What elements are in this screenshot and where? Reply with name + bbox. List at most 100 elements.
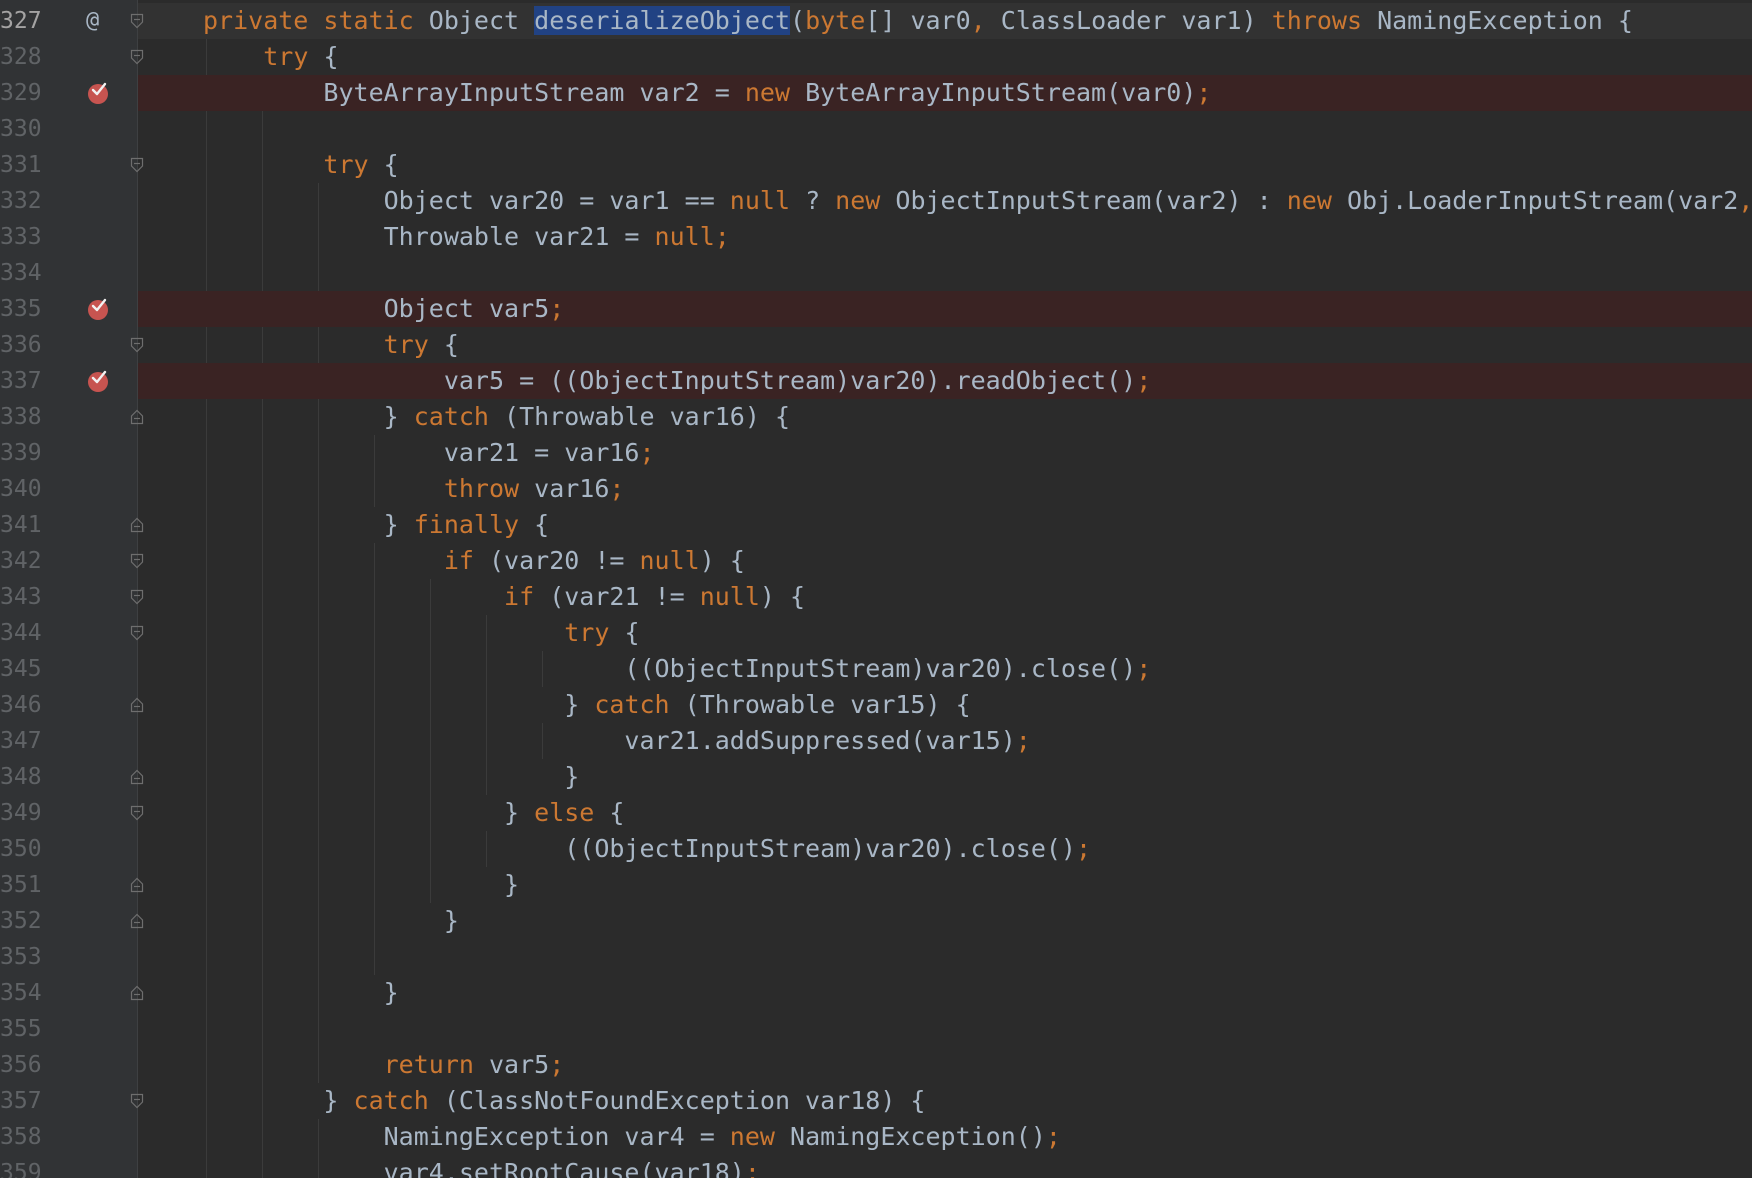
line-number[interactable]: 342 (0, 543, 44, 579)
line-number[interactable]: 347 (0, 723, 44, 759)
code-text[interactable]: NamingException var4 = new NamingExcepti… (203, 1119, 1061, 1155)
line-number[interactable]: 350 (0, 831, 44, 867)
code-text[interactable]: } (203, 903, 459, 939)
code-line[interactable]: 349 } else { (0, 795, 1752, 831)
line-number[interactable]: 328 (0, 39, 44, 75)
code-line[interactable]: 356 return var5; (0, 1047, 1752, 1083)
line-number[interactable]: 352 (0, 903, 44, 939)
fold-start-icon[interactable] (130, 12, 144, 30)
line-number[interactable]: 345 (0, 651, 44, 687)
code-text[interactable]: Object var20 = var1 == null ? new Object… (203, 183, 1752, 219)
line-number[interactable]: 344 (0, 615, 44, 651)
code-line[interactable]: 341 } finally { (0, 507, 1752, 543)
code-line[interactable]: 348 } (0, 759, 1752, 795)
line-number[interactable]: 358 (0, 1119, 44, 1155)
code-line[interactable]: 352 } (0, 903, 1752, 939)
line-number[interactable]: 334 (0, 255, 44, 291)
line-number[interactable]: 349 (0, 795, 44, 831)
code-line[interactable]: 343 if (var21 != null) { (0, 579, 1752, 615)
line-number[interactable]: 359 (0, 1155, 44, 1178)
line-number[interactable]: 331 (0, 147, 44, 183)
fold-start-icon[interactable] (130, 804, 144, 822)
breakpoint-icon[interactable] (86, 297, 110, 321)
code-line[interactable]: 340 throw var16; (0, 471, 1752, 507)
line-number[interactable]: 357 (0, 1083, 44, 1119)
code-text[interactable]: } catch (ClassNotFoundException var18) { (203, 1083, 925, 1119)
code-text[interactable]: try { (203, 147, 398, 183)
code-line[interactable]: 332 Object var20 = var1 == null ? new Ob… (0, 183, 1752, 219)
line-number[interactable]: 355 (0, 1011, 44, 1047)
code-text[interactable]: return var5; (203, 1047, 565, 1083)
breakpoint-icon[interactable] (86, 369, 110, 393)
code-text[interactable]: } (203, 759, 579, 795)
line-number[interactable]: 348 (0, 759, 44, 795)
breakpoint-icon[interactable] (86, 81, 110, 105)
line-number[interactable]: 336 (0, 327, 44, 363)
code-line[interactable]: 357 } catch (ClassNotFoundException var1… (0, 1083, 1752, 1119)
line-number[interactable]: 332 (0, 183, 44, 219)
fold-start-icon[interactable] (130, 552, 144, 570)
fold-start-icon[interactable] (130, 588, 144, 606)
line-number[interactable]: 337 (0, 363, 44, 399)
code-line[interactable]: 334 (0, 255, 1752, 291)
code-line[interactable]: 327 @ private static Object deserializeObj… (0, 3, 1752, 39)
code-line[interactable]: 350 ((ObjectInputStream)var20).close(); (0, 831, 1752, 867)
line-number[interactable]: 354 (0, 975, 44, 1011)
code-line[interactable]: 337 var5 = ((ObjectInputStream)var20).re… (0, 363, 1752, 399)
code-editor[interactable]: 327 @ private static Object deserializeObj… (0, 0, 1752, 1178)
code-text[interactable]: try { (203, 615, 639, 651)
code-line[interactable]: 358 NamingException var4 = new NamingExc… (0, 1119, 1752, 1155)
code-line[interactable]: 355 (0, 1011, 1752, 1047)
code-line[interactable]: 359 var4.setRootCause(var18); (0, 1155, 1752, 1178)
line-number[interactable]: 353 (0, 939, 44, 975)
code-text[interactable]: } else { (203, 795, 624, 831)
line-number[interactable]: 343 (0, 579, 44, 615)
line-number[interactable]: 335 (0, 291, 44, 327)
code-line[interactable]: 335 Object var5; (0, 291, 1752, 327)
fold-start-icon[interactable] (130, 336, 144, 354)
line-number[interactable]: 327 (0, 3, 44, 39)
code-text[interactable]: ((ObjectInputStream)var20).close(); (203, 831, 1091, 867)
code-text[interactable]: ((ObjectInputStream)var20).close(); (203, 651, 1151, 687)
line-number[interactable]: 351 (0, 867, 44, 903)
fold-end-icon[interactable] (130, 408, 144, 426)
fold-end-icon[interactable] (130, 696, 144, 714)
code-text[interactable]: if (var21 != null) { (203, 579, 805, 615)
code-text[interactable]: var5 = ((ObjectInputStream)var20).readOb… (203, 363, 1151, 399)
code-line[interactable]: 342 if (var20 != null) { (0, 543, 1752, 579)
code-text[interactable]: ByteArrayInputStream var2 = new ByteArra… (203, 75, 1211, 111)
code-line[interactable]: 345 ((ObjectInputStream)var20).close(); (0, 651, 1752, 687)
fold-end-icon[interactable] (130, 984, 144, 1002)
code-line[interactable]: 344 try { (0, 615, 1752, 651)
code-line[interactable]: 329 ByteArrayInputStream var2 = new Byte… (0, 75, 1752, 111)
code-text[interactable]: var21 = var16; (203, 435, 655, 471)
code-line[interactable]: 338 } catch (Throwable var16) { (0, 399, 1752, 435)
fold-start-icon[interactable] (130, 48, 144, 66)
override-at-icon[interactable]: @ (86, 3, 99, 39)
fold-start-icon[interactable] (130, 624, 144, 642)
code-text[interactable]: Throwable var21 = null; (203, 219, 730, 255)
code-text[interactable]: } finally { (203, 507, 550, 543)
code-text[interactable]: try { (203, 39, 338, 75)
fold-start-icon[interactable] (130, 1092, 144, 1110)
fold-end-icon[interactable] (130, 768, 144, 786)
code-text[interactable]: var4.setRootCause(var18); (203, 1155, 760, 1178)
line-number[interactable]: 356 (0, 1047, 44, 1083)
code-text[interactable]: } (203, 867, 519, 903)
code-line[interactable]: 346 } catch (Throwable var15) { (0, 687, 1752, 723)
code-line[interactable]: 336 try { (0, 327, 1752, 363)
line-number[interactable]: 341 (0, 507, 44, 543)
code-line[interactable]: 347 var21.addSuppressed(var15); (0, 723, 1752, 759)
code-line[interactable]: 339 var21 = var16; (0, 435, 1752, 471)
code-text[interactable]: } catch (Throwable var16) { (203, 399, 790, 435)
code-line[interactable]: 328 try { (0, 39, 1752, 75)
line-number[interactable]: 338 (0, 399, 44, 435)
line-number[interactable]: 329 (0, 75, 44, 111)
line-number[interactable]: 333 (0, 219, 44, 255)
code-text[interactable]: if (var20 != null) { (203, 543, 745, 579)
code-text[interactable]: throw var16; (203, 471, 625, 507)
code-line[interactable]: 333 Throwable var21 = null; (0, 219, 1752, 255)
line-number[interactable]: 346 (0, 687, 44, 723)
line-number[interactable]: 339 (0, 435, 44, 471)
code-text[interactable]: try { (203, 327, 459, 363)
